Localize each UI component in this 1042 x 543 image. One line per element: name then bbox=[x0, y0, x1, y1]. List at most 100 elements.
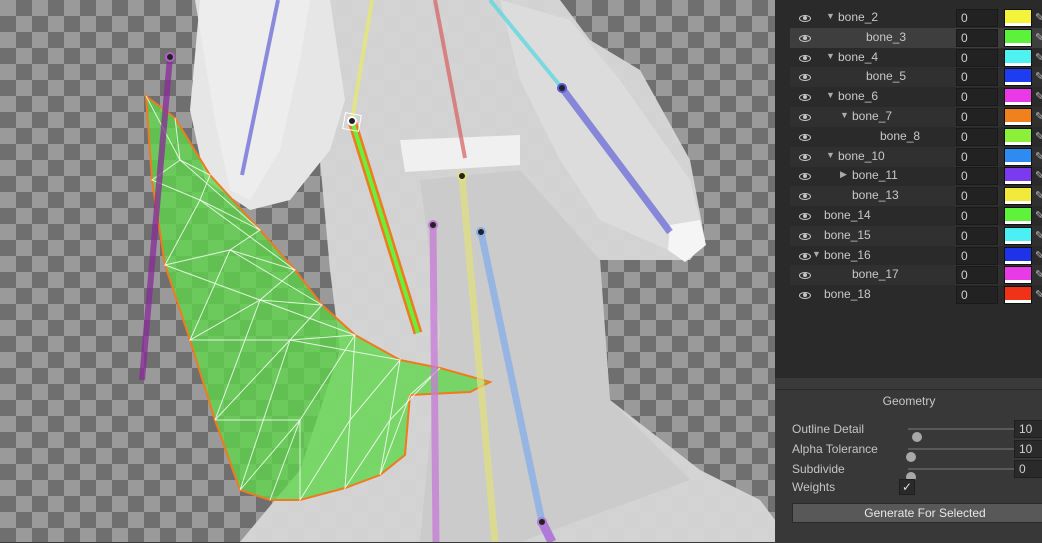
weights-checkbox[interactable]: ✓ bbox=[899, 479, 915, 495]
bone-color-swatch[interactable] bbox=[1004, 88, 1032, 106]
triangle-down-icon[interactable]: ▼ bbox=[826, 51, 835, 61]
geometry-panel: Geometry Outline Detail 10 Alpha Toleran… bbox=[776, 389, 1042, 543]
bone-row[interactable]: ▼ bone_6 0 ✎ bbox=[790, 87, 1042, 107]
pen-icon[interactable]: ✎ bbox=[1035, 249, 1042, 261]
bone-row[interactable]: bone_17 0 ✎ bbox=[790, 265, 1042, 285]
eye-icon[interactable] bbox=[798, 70, 812, 84]
pen-icon[interactable]: ✎ bbox=[1035, 169, 1042, 181]
bone-row[interactable]: ▼ bone_2 0 ✎ bbox=[790, 8, 1042, 28]
eye-icon[interactable] bbox=[798, 189, 812, 203]
bone-color-swatch[interactable] bbox=[1004, 167, 1032, 185]
bone-row[interactable]: bone_13 0 ✎ bbox=[790, 186, 1042, 206]
bone-depth-field[interactable]: 0 bbox=[956, 108, 998, 126]
bone-row[interactable]: bone_14 0 ✎ bbox=[790, 206, 1042, 226]
bone-depth-field[interactable]: 0 bbox=[956, 9, 998, 27]
eye-icon[interactable] bbox=[798, 249, 812, 263]
pen-icon[interactable]: ✎ bbox=[1035, 229, 1042, 241]
bone-row[interactable]: bone_8 0 ✎ bbox=[790, 127, 1042, 147]
pen-icon[interactable]: ✎ bbox=[1035, 51, 1042, 63]
bone-color-swatch[interactable] bbox=[1004, 49, 1032, 67]
bone-depth-field[interactable]: 0 bbox=[956, 49, 998, 67]
triangle-down-icon[interactable]: ▼ bbox=[826, 90, 835, 100]
bone-depth-field[interactable]: 0 bbox=[956, 266, 998, 284]
eye-icon[interactable] bbox=[798, 31, 812, 45]
bone-name: bone_2 bbox=[838, 10, 879, 24]
bone-depth-field[interactable]: 0 bbox=[956, 286, 998, 304]
eye-icon[interactable] bbox=[798, 150, 812, 164]
bone-row[interactable]: ▼ bone_4 0 ✎ bbox=[790, 48, 1042, 68]
pen-icon[interactable]: ✎ bbox=[1035, 189, 1042, 201]
bone-color-swatch[interactable] bbox=[1004, 29, 1032, 47]
bone-name: bone_14 bbox=[824, 208, 871, 222]
bone-depth-field[interactable]: 0 bbox=[956, 227, 998, 245]
pen-icon[interactable]: ✎ bbox=[1035, 130, 1042, 142]
triangle-down-icon[interactable]: ▼ bbox=[840, 110, 849, 120]
bone-depth-field[interactable]: 0 bbox=[956, 207, 998, 225]
bone-depth-field[interactable]: 0 bbox=[956, 88, 998, 106]
eye-icon[interactable] bbox=[798, 110, 812, 124]
triangle-right-icon[interactable]: ▶ bbox=[840, 169, 847, 180]
outline-detail-field[interactable]: 10 bbox=[1014, 420, 1042, 438]
bone-color-swatch[interactable] bbox=[1004, 266, 1032, 284]
triangle-down-icon[interactable]: ▼ bbox=[826, 150, 835, 160]
triangle-down-icon[interactable]: ▼ bbox=[812, 249, 821, 259]
bone-color-swatch[interactable] bbox=[1004, 148, 1032, 166]
bone-color-swatch[interactable] bbox=[1004, 68, 1032, 86]
generate-for-selected-button[interactable]: Generate For Selected bbox=[792, 503, 1042, 523]
triangle-down-icon[interactable]: ▼ bbox=[826, 11, 835, 21]
eye-icon[interactable] bbox=[798, 51, 812, 65]
bone-color-swatch[interactable] bbox=[1004, 108, 1032, 126]
bone-color-swatch[interactable] bbox=[1004, 286, 1032, 304]
subdivide-field[interactable]: 0 bbox=[1014, 460, 1042, 478]
bone-color-swatch[interactable] bbox=[1004, 227, 1032, 245]
bone-violet-skirt bbox=[429, 224, 440, 542]
eye-icon[interactable] bbox=[798, 268, 812, 282]
pen-icon[interactable]: ✎ bbox=[1035, 90, 1042, 102]
eye-icon[interactable] bbox=[798, 11, 812, 25]
bone-row[interactable]: ▼ bone_10 0 ✎ bbox=[790, 147, 1042, 167]
bone-color-swatch[interactable] bbox=[1004, 128, 1032, 146]
bone-depth-field[interactable]: 0 bbox=[956, 247, 998, 265]
bone-row[interactable]: bone_3 0 ✎ bbox=[790, 28, 1042, 48]
alpha-tolerance-field[interactable]: 10 bbox=[1014, 440, 1042, 458]
subdivide-slider[interactable] bbox=[906, 468, 1014, 482]
bone-depth-field[interactable]: 0 bbox=[956, 68, 998, 86]
bone-color-swatch[interactable] bbox=[1004, 207, 1032, 225]
bone-depth-field[interactable]: 0 bbox=[956, 29, 998, 47]
eye-icon[interactable] bbox=[798, 130, 812, 144]
bone-color-swatch[interactable] bbox=[1004, 9, 1032, 27]
pen-icon[interactable]: ✎ bbox=[1035, 11, 1042, 23]
pen-icon[interactable]: ✎ bbox=[1035, 31, 1042, 43]
bone-depth-field[interactable]: 0 bbox=[956, 128, 998, 146]
outline-detail-slider[interactable] bbox=[908, 428, 1014, 442]
pen-icon[interactable]: ✎ bbox=[1035, 70, 1042, 82]
eye-icon[interactable] bbox=[798, 209, 812, 223]
bone-row[interactable]: ▶ bone_11 0 ✎ bbox=[790, 166, 1042, 186]
eye-icon[interactable] bbox=[798, 288, 812, 302]
bone-row[interactable]: ▼ bone_16 0 ✎ bbox=[790, 246, 1042, 266]
pen-icon[interactable]: ✎ bbox=[1035, 110, 1042, 122]
bone-name: bone_10 bbox=[838, 149, 885, 163]
bone-name: bone_15 bbox=[824, 228, 871, 242]
bone-depth-field[interactable]: 0 bbox=[956, 148, 998, 166]
bone-depth-field[interactable]: 0 bbox=[956, 187, 998, 205]
bone-name: bone_7 bbox=[852, 109, 893, 123]
bone-row[interactable]: ▼ bone_7 0 ✎ bbox=[790, 107, 1042, 127]
bone-color-swatch[interactable] bbox=[1004, 247, 1032, 265]
bone-row[interactable]: bone_18 0 ✎ bbox=[790, 285, 1042, 305]
eye-icon[interactable] bbox=[798, 90, 812, 104]
pen-icon[interactable]: ✎ bbox=[1035, 268, 1042, 280]
eye-icon[interactable] bbox=[798, 229, 812, 243]
bone-color-swatch[interactable] bbox=[1004, 187, 1032, 205]
alpha-tolerance-slider[interactable] bbox=[906, 448, 1014, 462]
bone-row[interactable]: bone_15 0 ✎ bbox=[790, 226, 1042, 246]
pen-icon[interactable]: ✎ bbox=[1035, 209, 1042, 221]
pen-icon[interactable]: ✎ bbox=[1035, 288, 1042, 300]
sprite-canvas[interactable] bbox=[0, 0, 775, 542]
pen-icon[interactable]: ✎ bbox=[1035, 150, 1042, 162]
bone-depth-field[interactable]: 0 bbox=[956, 167, 998, 185]
bone-name: bone_16 bbox=[824, 248, 871, 262]
bone-name: bone_18 bbox=[824, 287, 871, 301]
eye-icon[interactable] bbox=[798, 169, 812, 183]
bone-row[interactable]: bone_5 0 ✎ bbox=[790, 67, 1042, 87]
